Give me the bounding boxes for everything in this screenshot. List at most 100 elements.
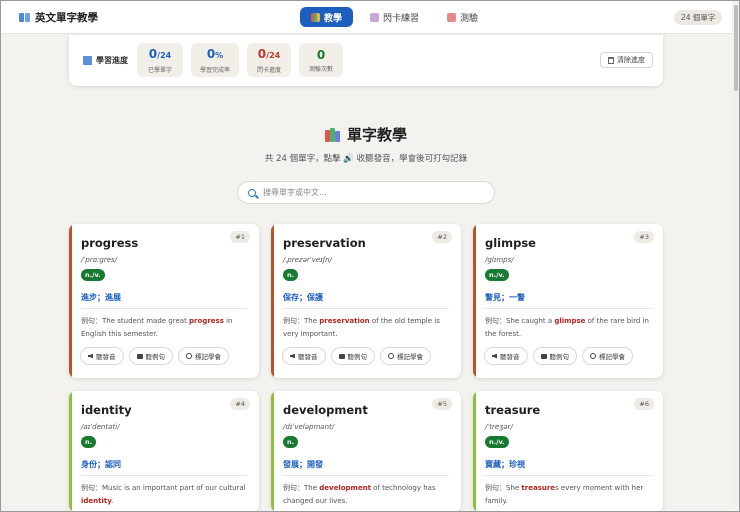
part-of-speech-badge: n./v. [485, 269, 509, 281]
circle-check-icon [388, 353, 394, 359]
speaker-icon [290, 353, 295, 359]
search-box[interactable] [237, 181, 495, 204]
listen-word-button[interactable]: 聽發音 [80, 347, 124, 365]
stat-learned-label: 已學單字 [147, 66, 172, 74]
tab-flashcards-label: 閃卡練習 [383, 13, 420, 24]
scrollbar[interactable] [733, 1, 739, 511]
card-number-badge: #6 [634, 398, 654, 410]
search-icon [248, 188, 256, 197]
card-word: preservation [283, 236, 366, 250]
card-phonetic: /aɪˈdentəti/ [81, 423, 120, 431]
card-example: 例句：The student made great progress in En… [81, 315, 249, 340]
scrollbar-thumb[interactable] [734, 5, 738, 91]
stat-completion-label: 學習完成率 [199, 66, 230, 74]
mark-learned-label: 標記學會 [195, 353, 221, 361]
card-actions: 聽發音 聽例句 標記學會 [282, 347, 431, 365]
tab-flashcards[interactable]: 閃卡練習 [359, 7, 430, 27]
card-accent-bar [473, 224, 476, 378]
listen-sentence-label: 聽例句 [549, 353, 570, 361]
search-input[interactable] [263, 188, 483, 197]
progress-title: 學習進度 [83, 55, 128, 66]
card-word: development [283, 403, 368, 417]
listen-word-button[interactable]: 聽發音 [282, 347, 326, 365]
card-divider [283, 475, 449, 476]
speech-bubble-icon [338, 353, 345, 359]
card-example: 例句：The preservation of the old temple is… [283, 315, 451, 340]
example-highlight-word: glimpse [554, 317, 586, 325]
example-highlight-word: preservation [319, 317, 370, 325]
card-accent-bar [473, 391, 476, 512]
listen-sentence-button[interactable]: 聽例句 [532, 347, 577, 365]
card-example: 例句：The development of technology has cha… [283, 482, 451, 507]
card-phonetic: /dɪˈveləpmənt/ [283, 423, 335, 431]
section-subtitle: 共 24 個單字，點擊 🔊 收聽發音，學會後可打勾記錄 [264, 154, 468, 164]
card-meaning: 寶藏；珍視 [485, 460, 525, 469]
listen-sentence-button[interactable]: 聽例句 [128, 347, 173, 365]
mark-learned-button[interactable]: 標記學會 [178, 347, 229, 365]
example-highlight-word: progress [189, 317, 224, 325]
card-number-badge: #3 [634, 231, 654, 243]
listen-word-label: 聽發音 [500, 353, 520, 361]
example-highlight-word: treasure [521, 484, 556, 492]
part-of-speech-badge: n. [283, 436, 299, 448]
trash-icon [608, 56, 614, 64]
example-text-pre: 例句：The [283, 484, 320, 492]
card-accent-bar [271, 224, 274, 378]
part-of-speech-badge: n. [283, 269, 299, 281]
card-divider [81, 308, 247, 309]
tab-quiz-label: 測驗 [460, 13, 479, 24]
word-card: #3 glimpse/glɪmps/n./v. 瞥見；一瞥 例句：She caught… [473, 224, 663, 378]
card-word: treasure [485, 403, 541, 417]
card-actions: 聽發音 聽例句 標記學會 [80, 347, 229, 365]
quiz-icon [447, 12, 457, 22]
clear-progress-button[interactable]: 清除進度 [600, 52, 653, 68]
card-phonetic: /ˌprezərˈveɪʃn/ [283, 256, 332, 264]
progress-panel: 學習進度 0/24 已學單字 0% 學習完成率 0/24 閃卡進度 0 測驗次數… [69, 35, 663, 86]
card-divider [485, 308, 651, 309]
listen-word-label: 聽發音 [96, 353, 116, 361]
card-word: identity [81, 403, 132, 417]
card-phonetic: /ˈtreʒər/ [485, 423, 513, 431]
example-text-post: . [111, 496, 115, 505]
card-meaning: 瞥見；一瞥 [485, 293, 525, 302]
section-title-text: 單字教學 [346, 126, 407, 144]
word-card: #1 progress/ˈprɑːgres/n./v. 進步；進展 例句：The st… [69, 224, 259, 378]
card-word: progress [81, 236, 139, 250]
card-meaning: 保存；保護 [283, 293, 323, 302]
stat-completion-rate: 0% 學習完成率 [191, 43, 239, 77]
card-divider [81, 475, 247, 476]
card-divider [283, 308, 449, 309]
flashcard-icon [370, 12, 380, 22]
example-text-pre: 例句：She [485, 484, 522, 492]
main-nav: 教學 閃卡練習 測驗 [300, 7, 489, 27]
listen-word-button[interactable]: 聽發音 [484, 347, 528, 365]
listen-sentence-label: 聽例句 [145, 353, 166, 361]
clear-progress-label: 清除進度 [617, 56, 645, 64]
stat-completion-value: 0% [206, 46, 224, 61]
progress-title-label: 學習進度 [96, 56, 128, 65]
stat-flashcard-progress: 0/24 閃卡進度 [247, 43, 291, 77]
word-card: #2 preservation/ˌprezərˈveɪʃn/n. 保存；保護 例句：T… [271, 224, 461, 378]
listen-word-label: 聽發音 [298, 353, 318, 361]
stat-flashcard-label: 閃卡進度 [256, 66, 281, 74]
chart-icon [83, 56, 92, 65]
books-icon [324, 127, 341, 142]
tab-quiz[interactable]: 測驗 [436, 7, 489, 27]
mark-learned-button[interactable]: 標記學會 [582, 347, 633, 365]
section-title: 單字教學 [0, 124, 732, 145]
tab-teaching[interactable]: 教學 [300, 7, 354, 27]
card-actions: 聽發音 聽例句 標記學會 [484, 347, 633, 365]
card-phonetic: /glɪmps/ [485, 256, 514, 264]
card-number-badge: #4 [230, 398, 250, 410]
part-of-speech-badge: n./v. [81, 269, 105, 281]
books-icon [311, 12, 320, 22]
example-highlight-word: identity [81, 496, 112, 505]
mark-learned-button[interactable]: 標記學會 [380, 347, 431, 365]
card-meaning: 身份；認同 [81, 460, 121, 469]
listen-sentence-button[interactable]: 聽例句 [330, 347, 375, 365]
speech-bubble-icon [136, 353, 143, 359]
card-accent-bar [69, 224, 72, 378]
part-of-speech-badge: n./v. [485, 436, 509, 448]
speaker-icon [88, 353, 93, 359]
card-number-badge: #5 [432, 398, 452, 410]
